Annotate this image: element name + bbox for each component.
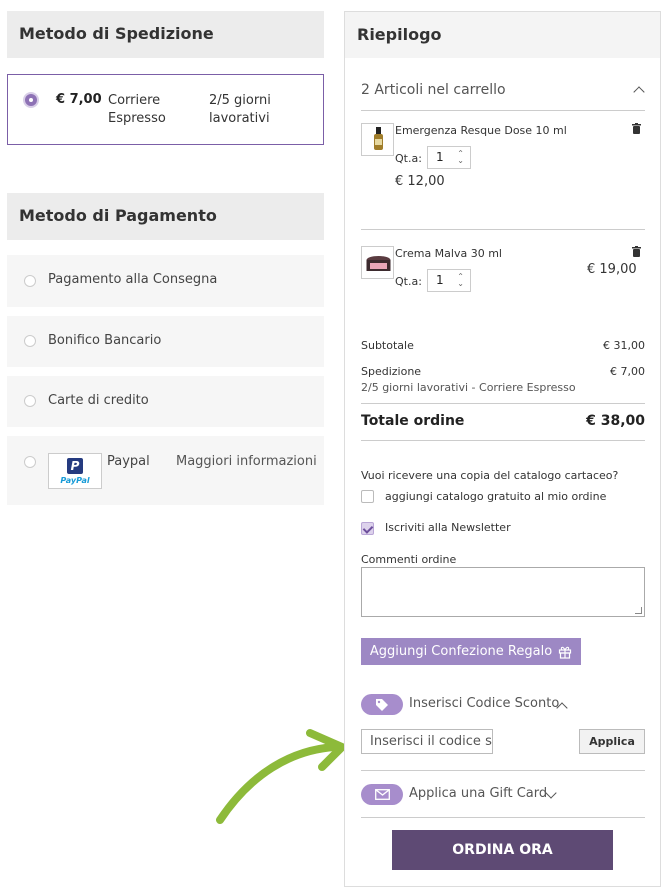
payment-method-title: Metodo di Pagamento — [7, 193, 324, 240]
payment-option-bank[interactable]: Bonifico Bancario — [7, 316, 324, 367]
shipping-row: Spedizione € 7,00 — [361, 365, 645, 378]
shipping-value: € 7,00 — [610, 365, 645, 378]
paypal-more-info-link[interactable]: Maggiori informazioni — [176, 454, 317, 469]
product-name[interactable]: Emergenza Resque Dose 10 ml — [395, 124, 567, 137]
shipping-price: € 7,00 — [56, 92, 102, 107]
payment-option-cod[interactable]: Pagamento alla Consegna — [7, 255, 324, 307]
envelope-icon[interactable] — [361, 784, 403, 805]
green-arrow-icon — [216, 729, 346, 824]
subtotal-value: € 31,00 — [603, 339, 645, 352]
payment-radio[interactable] — [24, 395, 36, 407]
discount-toggle[interactable]: Inserisci Codice Sconto — [409, 696, 559, 711]
apply-discount-button[interactable]: Applica — [579, 729, 645, 754]
payment-radio[interactable] — [24, 456, 36, 468]
shipping-carrier: Corriere Espresso — [108, 93, 166, 126]
shipping-label: Spedizione — [361, 365, 422, 378]
order-total-label: Totale ordine — [361, 413, 465, 429]
newsletter-checkbox-label[interactable]: Iscriviti alla Newsletter — [385, 521, 511, 534]
qty-label: Qt.a: — [395, 152, 422, 165]
paypal-logo: P PayPal — [48, 453, 102, 489]
shipping-radio-selected[interactable] — [25, 94, 37, 106]
comments-textarea[interactable] — [361, 567, 645, 617]
order-total-row: Totale ordine € 38,00 — [361, 413, 645, 429]
product-price: € 19,00 — [587, 262, 637, 277]
catalog-checkbox[interactable] — [361, 490, 374, 503]
product-thumbnail[interactable] — [361, 123, 394, 156]
payment-option-paypal[interactable]: P PayPal Paypal Maggiori informazioni — [7, 436, 324, 505]
payment-option-card[interactable]: Carte di credito — [7, 376, 324, 427]
summary-title: Riepilogo — [345, 12, 660, 58]
order-summary: Riepilogo 2 Articoli nel carrello Emerge… — [344, 11, 661, 887]
quantity-stepper[interactable]: 1 ⌃ ⌄ — [427, 269, 471, 292]
catalog-question: Vuoi ricevere una copia del catalogo car… — [361, 469, 619, 482]
payment-label: Pagamento alla Consegna — [48, 272, 218, 287]
newsletter-checkbox[interactable] — [361, 522, 374, 535]
subtotal-row: Subtotale € 31,00 — [361, 339, 645, 352]
order-total-value: € 38,00 — [586, 413, 645, 429]
product-thumbnail[interactable] — [361, 246, 394, 279]
shipping-method-title: Metodo di Spedizione — [7, 11, 324, 58]
payment-label: Bonifico Bancario — [48, 333, 162, 348]
order-now-button[interactable]: ORDINA ORA — [392, 830, 613, 870]
shipping-option[interactable]: € 7,00 Corriere Espresso 2/5 giorni lavo… — [7, 74, 324, 145]
product-price: € 12,00 — [395, 174, 445, 189]
discount-code-input[interactable]: Inserisci il codice sc — [361, 729, 493, 754]
subtotal-label: Subtotale — [361, 339, 414, 352]
tag-icon[interactable] — [361, 694, 403, 715]
add-gift-wrap-button[interactable]: Aggiungi Confezione Regalo — [361, 638, 581, 665]
payment-radio[interactable] — [24, 275, 36, 287]
trash-icon[interactable] — [632, 246, 641, 257]
quantity-stepper[interactable]: 1 ⌃ ⌄ — [427, 146, 471, 169]
gift-icon — [559, 646, 572, 659]
payment-radio[interactable] — [24, 335, 36, 347]
shipping-detail: 2/5 giorni lavorativi - Corriere Espress… — [361, 381, 576, 394]
shipping-time: 2/5 giorni lavorativi — [209, 93, 271, 126]
product-name[interactable]: Crema Malva 30 ml — [395, 247, 502, 260]
qty-label: Qt.a: — [395, 275, 422, 288]
trash-icon[interactable] — [632, 123, 641, 134]
catalog-checkbox-label[interactable]: aggiungi catalogo gratuito al mio ordine — [385, 490, 606, 503]
cart-count[interactable]: 2 Articoli nel carrello — [361, 82, 506, 98]
giftcard-toggle[interactable]: Applica una Gift Card — [409, 786, 547, 801]
comments-label: Commenti ordine — [361, 553, 457, 566]
chevron-up-icon[interactable] — [633, 86, 645, 98]
payment-label: Paypal — [107, 454, 150, 469]
payment-label: Carte di credito — [48, 393, 149, 408]
